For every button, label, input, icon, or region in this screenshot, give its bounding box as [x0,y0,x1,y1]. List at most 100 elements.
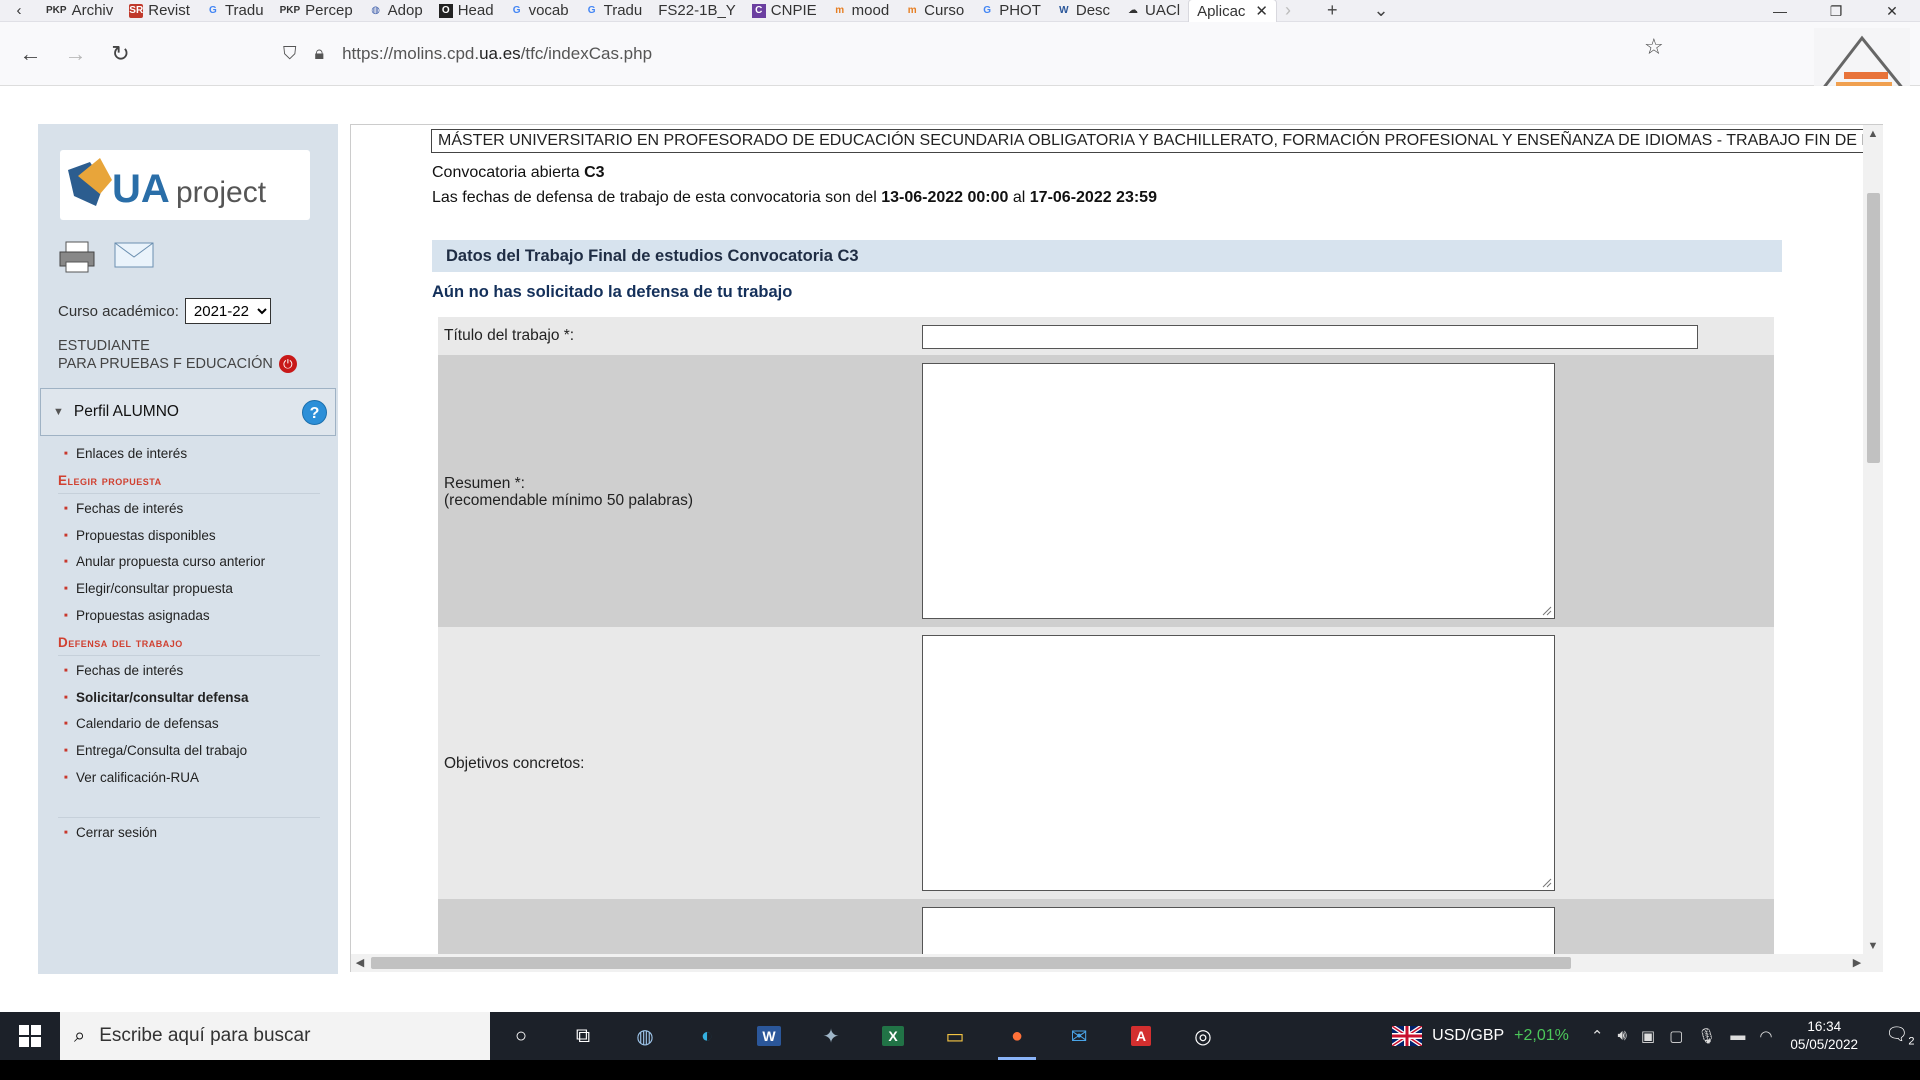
tab-favicon-icon: G [512,4,521,16]
back-arrow-icon[interactable]: ← [8,34,53,74]
tab-favicon-icon: PKP [46,4,67,16]
tab-scroll-right-icon[interactable]: › [1285,0,1291,21]
sidebar-item-calendario[interactable]: Calendario de defensas [58,711,320,738]
volume-icon[interactable]: 🔊︎ [1617,1027,1626,1045]
curso-academico: Curso académico: 2021-22 [58,298,271,324]
tab-scroll-left-icon[interactable]: ‹ [0,0,38,22]
vertical-scrollbar[interactable]: ▲ ▼ [1863,125,1883,955]
sidebar-item-solicitar-defensa[interactable]: Solicitar/consultar defensa [58,685,320,712]
display-icon[interactable]: ▢ [1669,1027,1683,1045]
sidebar-item-fechas-defensa[interactable]: Fechas de interés [58,658,320,685]
tab-favicon-icon: O [438,3,453,18]
sidebar-item-calificacion[interactable]: Ver calificación-RUA [58,765,320,792]
sidebar-item-propuestas-asignadas[interactable]: Propuestas asignadas [58,603,320,630]
microphone-icon[interactable]: 🎙︎ [1697,1027,1716,1045]
vertical-scroll-thumb[interactable] [1867,193,1880,463]
fx-widget[interactable]: USD/GBP +2,01% [1392,1026,1569,1046]
start-button[interactable] [0,1012,60,1060]
help-icon[interactable]: ? [302,400,327,425]
sidebar-item-entrega[interactable]: Entrega/Consulta del trabajo [58,738,320,765]
horizontal-scrollbar[interactable]: ◀ ▶ [351,954,1883,972]
browser-tab[interactable]: Gvocab [502,0,577,22]
taskbar-clock[interactable]: 16:34 05/05/2022 [1790,1018,1858,1054]
curso-select[interactable]: 2021-22 [184,298,271,324]
reload-icon[interactable]: ↻ [98,34,143,74]
browser-tab[interactable]: G Tradu [577,0,651,22]
perfil-alumno-header[interactable]: ▼ Perfil ALUMNO ? [40,388,336,436]
task-view-icon[interactable]: ⧉ [552,1012,614,1060]
browser-tab[interactable]: SR Revist [121,0,198,22]
firefox-icon[interactable]: ● [986,1012,1048,1060]
scroll-right-icon[interactable]: ▶ [1848,954,1866,972]
resize-grip-icon[interactable] [1540,876,1552,888]
device-icon[interactable]: ▣ [1641,1027,1655,1045]
word-icon[interactable]: W [738,1012,800,1060]
browser-tab[interactable]: PKP Archiv [38,0,121,22]
close-window-icon[interactable]: ✕ [1864,0,1920,22]
power-logout-icon[interactable]: ⏻ [278,355,297,373]
form-row-resumen: Resumen *: (recomendable mínimo 50 palab… [438,355,1774,627]
scroll-up-icon[interactable]: ▲ [1863,125,1883,143]
uaproject-logo[interactable]: UA project [60,150,310,220]
page-viewport: UA project Curso académico: 2021-22 ESTU… [0,86,1920,1012]
excel-icon[interactable]: X [862,1012,924,1060]
sidebar-item-fechas-propuesta[interactable]: Fechas de interés [58,496,320,523]
chevron-up-icon[interactable]: ⌃ [1591,1027,1604,1045]
titulo-input[interactable] [922,325,1698,349]
browser-tab[interactable]: ☁ UACl [1118,0,1188,22]
acrobat-icon[interactable]: A [1110,1012,1172,1060]
sidebar-item-anular-propuesta[interactable]: Anular propuesta curso anterior [58,549,320,576]
taskbar-search[interactable]: ⌕ Escribe aquí para buscar [60,1012,490,1060]
sidebar-item-cerrar-sesion[interactable]: Cerrar sesión [58,820,320,847]
minimize-icon[interactable]: — [1752,0,1808,22]
tab-label: Aplicac [1197,2,1246,20]
cortana-icon[interactable]: ○ [490,1012,552,1060]
scroll-down-icon[interactable]: ▼ [1863,937,1883,955]
obs-icon[interactable]: ◎ [1172,1012,1234,1060]
edge-icon[interactable]: ◐ [676,1012,738,1060]
resize-grip-icon[interactable] [1540,604,1552,616]
close-tab-icon[interactable]: ✕ [1255,2,1268,20]
shield-icon[interactable]: ⛉ [283,43,297,64]
date-end: 17-06-2022 23:59 [1029,189,1157,206]
resumen-textarea[interactable] [922,363,1555,619]
bookmark-star-icon[interactable]: ☆ [1644,34,1664,60]
section-elegir-propuesta: Elegir propuesta [58,468,320,494]
scroll-left-icon[interactable]: ◀ [351,954,369,972]
objetivos-textarea[interactable] [922,635,1555,891]
browser-tab[interactable]: m mood [825,0,898,22]
browser-tab[interactable]: PKP Percep [272,0,361,22]
browser-tab[interactable]: m Curso [897,0,972,22]
tab-favicon-icon: W [1059,4,1069,16]
browser-tab[interactable]: ◍ Adop [361,0,431,22]
restore-icon[interactable]: ❐ [1808,0,1864,22]
printer-icon[interactable] [58,240,96,274]
browser-tab[interactable]: FS22-1B_Y [650,0,744,22]
globe-app-icon[interactable]: ◍ [614,1012,676,1060]
tab-favicon-icon: G [983,4,992,16]
browser-tab[interactable]: G PHOT [972,0,1049,22]
form-row-titulo: Título del trabajo *: [438,317,1774,355]
notification-icon[interactable]: 🗨︎2 [1880,1024,1920,1048]
horizontal-scroll-thumb[interactable] [371,957,1571,969]
lock-icon[interactable]: 🔒︎ [315,43,325,64]
perfil-label: Perfil ALUMNO [73,403,179,420]
browser-tab[interactable]: O Head [431,0,502,22]
file-explorer-icon[interactable]: ▭ [924,1012,986,1060]
sidebar-item-elegir-consultar[interactable]: Elegir/consultar propuesta [58,576,320,603]
mail-icon[interactable] [114,240,154,270]
battery-icon[interactable]: ▬ [1730,1027,1745,1045]
chat-app-icon[interactable]: ✦ [800,1012,862,1060]
new-tab-icon[interactable]: + [1327,0,1338,21]
url-path: /tfc/indexCas.php [520,43,653,63]
browser-tab[interactable]: W Desc [1049,0,1118,22]
sidebar-item-enlaces[interactable]: Enlaces de interés [58,441,320,468]
forward-arrow-icon[interactable]: → [53,34,98,74]
wifi-icon[interactable]: ◠ [1759,1027,1772,1045]
sidebar-item-propuestas-disponibles[interactable]: Propuestas disponibles [58,523,320,550]
browser-tab[interactable]: G Tradu [198,0,272,22]
list-tabs-icon[interactable]: ⌄ [1374,0,1389,21]
browser-tab[interactable]: C CNPIE [744,0,825,22]
mail-app-icon[interactable]: ✉ [1048,1012,1110,1060]
url-bar[interactable]: ⛉ 🔒︎ https://molins.cpd. ua.es/tfc/indexC… [283,34,1683,74]
